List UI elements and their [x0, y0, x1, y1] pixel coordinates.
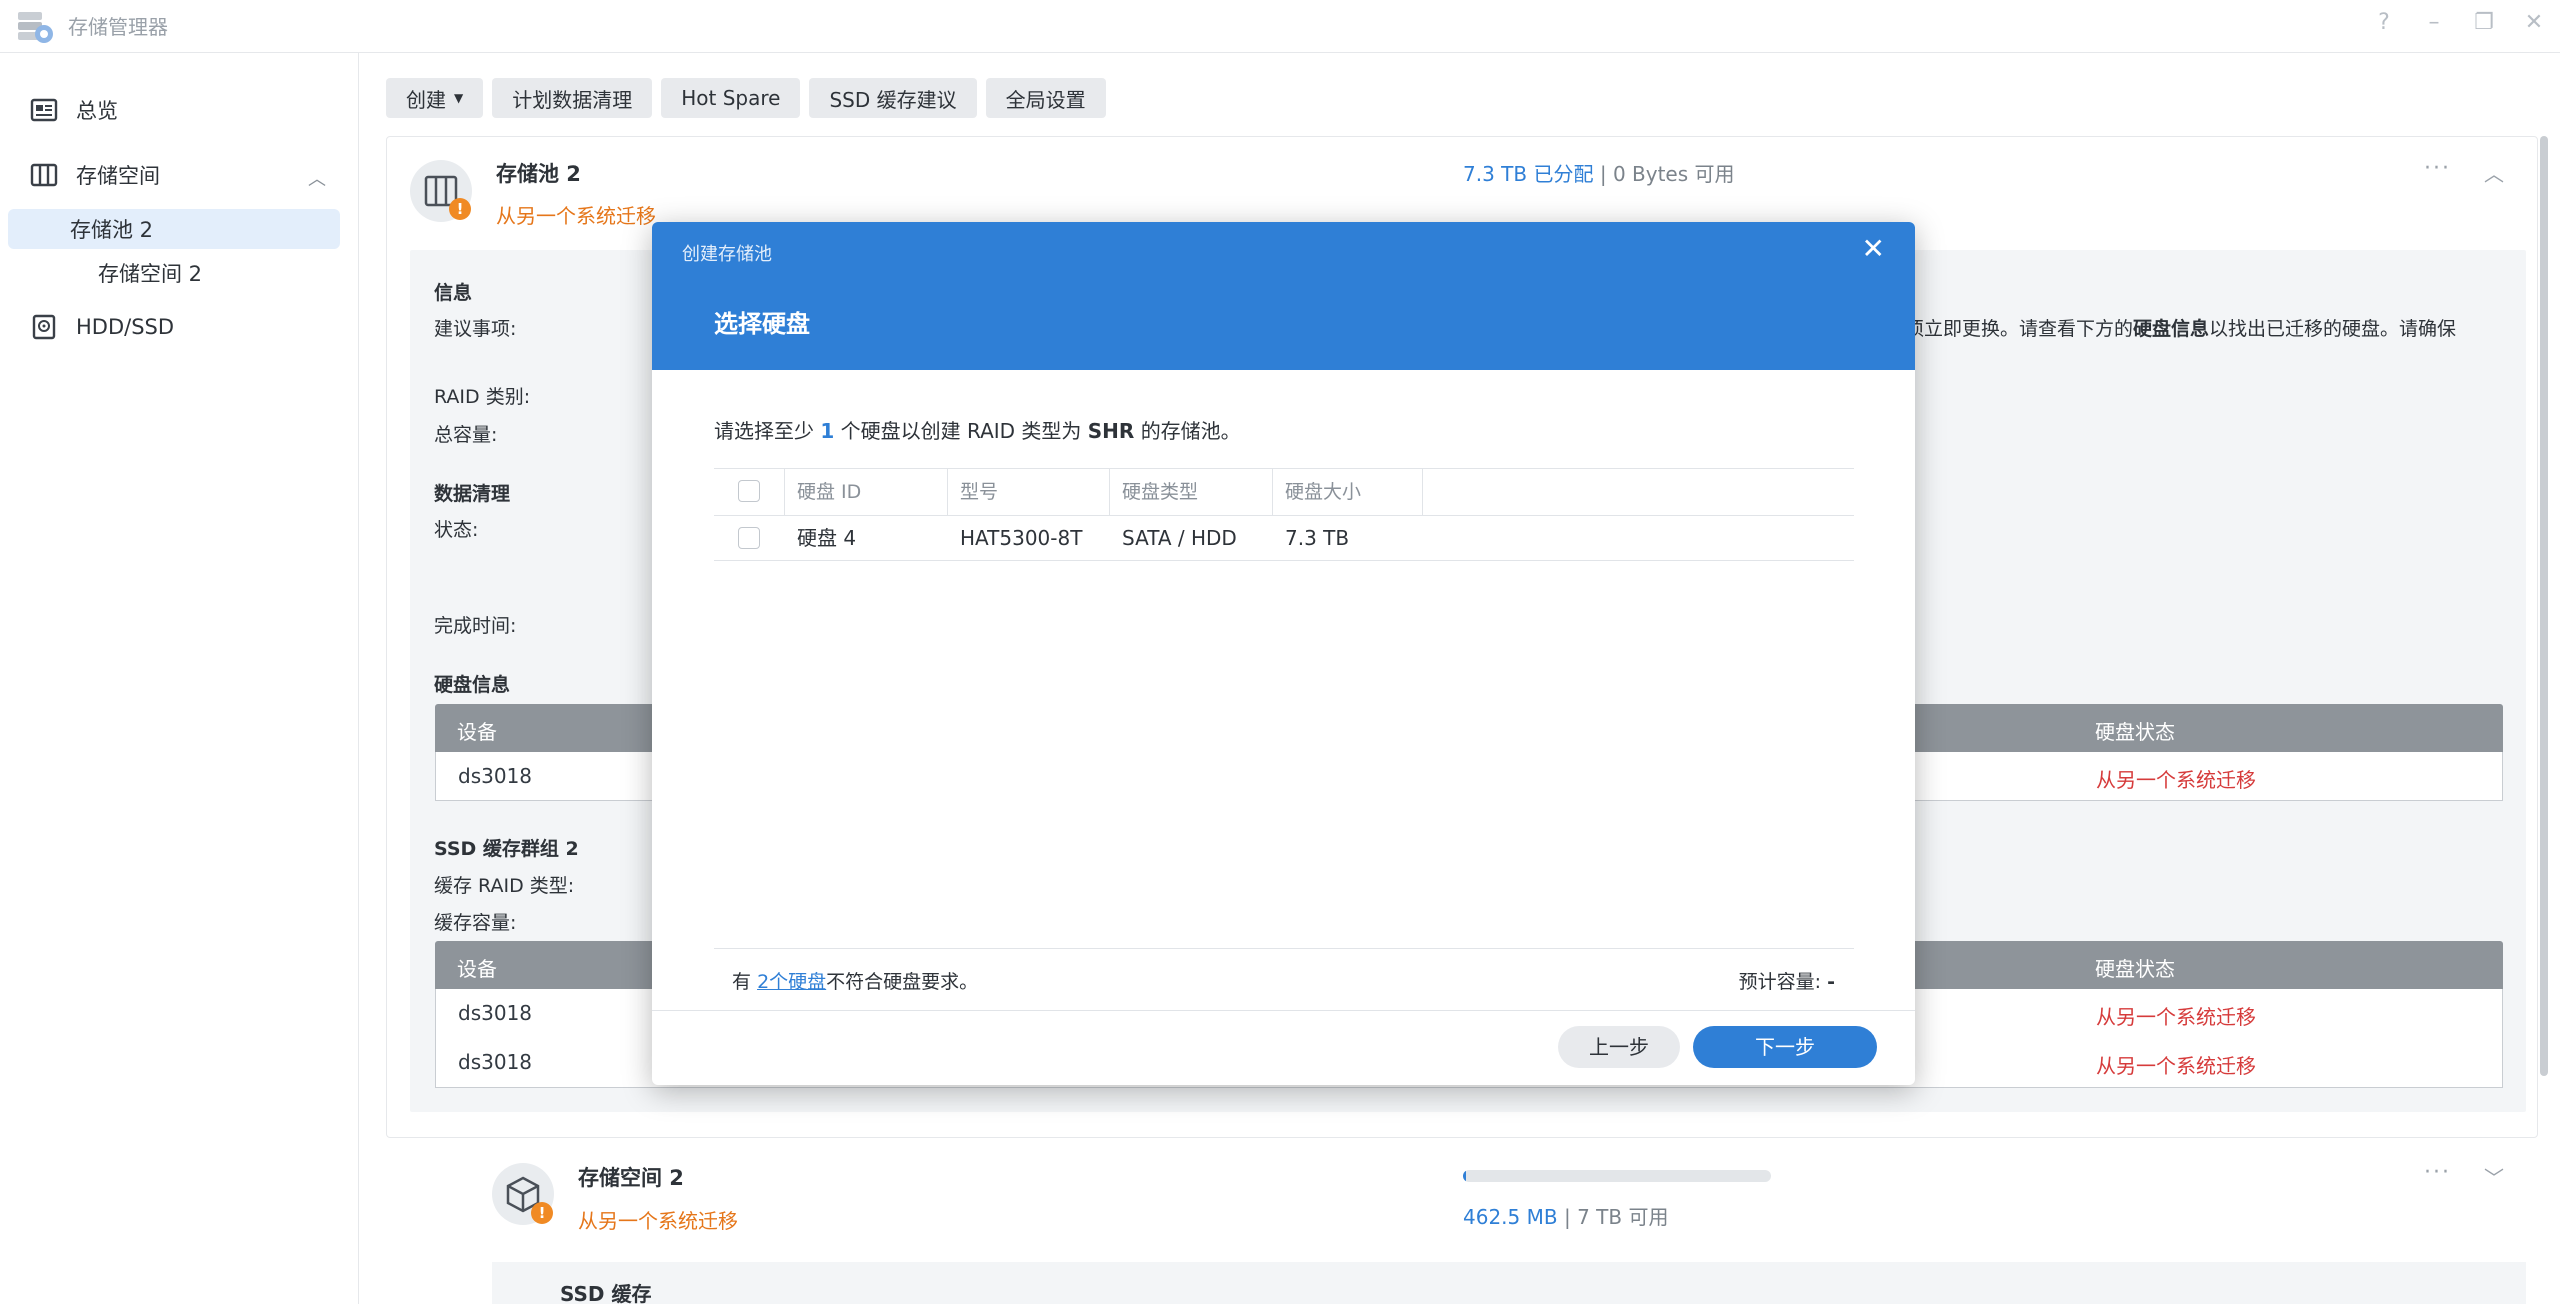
select-all-checkbox[interactable]: [738, 480, 760, 502]
create-pool-dialog: 创建存储池 选择硬盘 ✕ 请选择至少 1 个硬盘以创建 RAID 类型为 SHR…: [652, 222, 1915, 1085]
col-spacer: [1422, 469, 1442, 515]
incompatible-disks-link[interactable]: 2个硬盘: [757, 971, 826, 993]
divider: [652, 1010, 1915, 1011]
disk-type-cell: SATA / HDD: [1122, 526, 1237, 550]
desc-post: 的存储池。: [1140, 419, 1241, 443]
desc-count: 1: [820, 419, 835, 443]
desc-raid: SHR: [1087, 419, 1135, 443]
desc-mid: 个硬盘以创建 RAID 类型为: [840, 419, 1082, 443]
col-disk-type[interactable]: 硬盘类型: [1109, 469, 1272, 515]
estimated-capacity: 预计容量: -: [1739, 967, 1835, 994]
est-capacity-value: -: [1827, 971, 1835, 993]
divider: [714, 948, 1854, 949]
dialog-header: 创建存储池 选择硬盘 ✕: [652, 222, 1915, 370]
table-row[interactable]: 硬盘 4 HAT5300-8T SATA / HDD 7.3 TB: [714, 516, 1854, 561]
model-cell: HAT5300-8T: [960, 526, 1083, 550]
dialog-title: 选择硬盘: [714, 310, 810, 338]
col-model[interactable]: 型号: [947, 469, 1109, 515]
close-icon[interactable]: ✕: [1862, 232, 1885, 265]
row-checkbox[interactable]: [738, 527, 760, 549]
incompatible-disks-note: 有 2个硬盘不符合硬盘要求。: [732, 967, 978, 994]
footer-pre: 有: [732, 971, 752, 993]
est-capacity-label: 预计容量:: [1738, 971, 1822, 993]
col-disk-id[interactable]: 硬盘 ID: [784, 469, 947, 515]
footer-post: 不符合硬盘要求。: [826, 971, 979, 993]
back-button[interactable]: 上一步: [1558, 1026, 1680, 1068]
disk-size-cell: 7.3 TB: [1285, 526, 1350, 550]
disk-select-table: 硬盘 ID 型号 硬盘类型 硬盘大小 硬盘 4 HAT5300-8T SATA …: [714, 468, 1854, 561]
col-disk-size[interactable]: 硬盘大小: [1272, 469, 1422, 515]
dialog-wizard-name: 创建存储池: [682, 244, 772, 265]
dialog-description: 请选择至少 1 个硬盘以创建 RAID 类型为 SHR 的存储池。: [714, 415, 1241, 444]
table-header: 硬盘 ID 型号 硬盘类型 硬盘大小: [714, 468, 1854, 516]
desc-pre: 请选择至少: [714, 419, 814, 443]
disk-id-cell: 硬盘 4: [797, 526, 857, 550]
next-button[interactable]: 下一步: [1693, 1026, 1877, 1068]
